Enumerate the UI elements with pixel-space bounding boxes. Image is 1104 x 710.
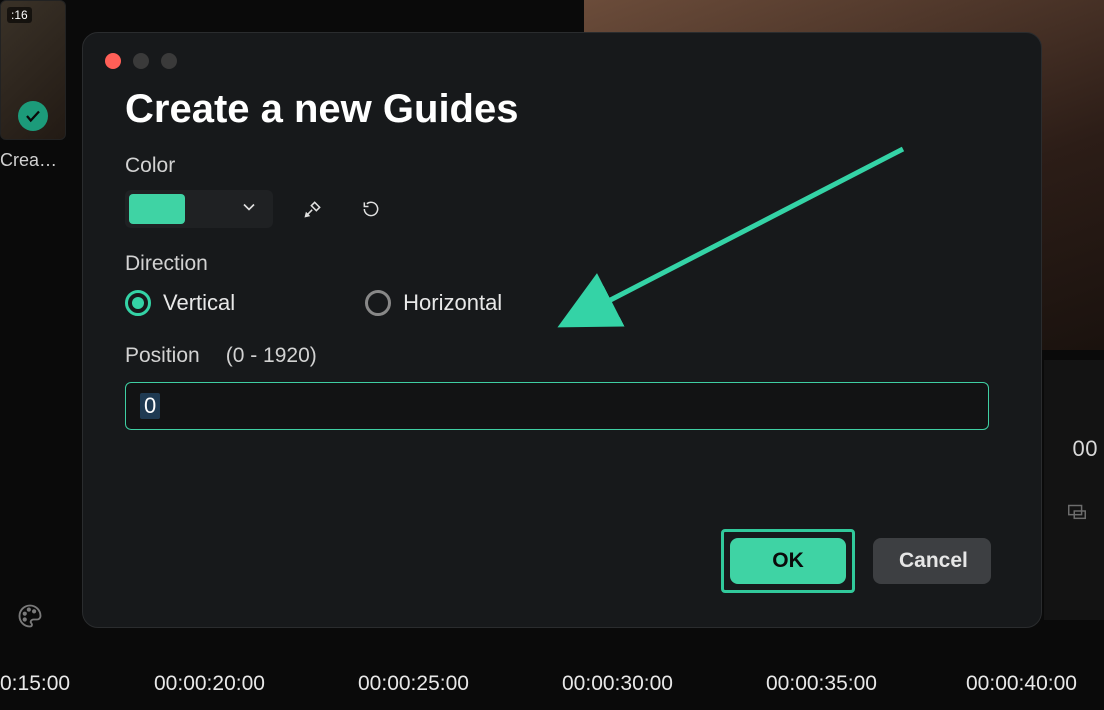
radio-vertical-label: Vertical <box>163 290 235 316</box>
radio-horizontal[interactable]: Horizontal <box>365 290 502 316</box>
cancel-button[interactable]: Cancel <box>873 538 991 584</box>
position-value: 0 <box>140 393 160 419</box>
close-icon[interactable] <box>105 53 121 69</box>
direction-label: Direction <box>125 252 995 276</box>
timeline-ruler[interactable]: 0:15:00 00:00:20:00 00:00:25:00 00:00:30… <box>0 658 1104 710</box>
radio-horizontal-label: Horizontal <box>403 290 502 316</box>
reset-icon[interactable] <box>353 191 389 227</box>
maximize-icon[interactable] <box>161 53 177 69</box>
radio-vertical[interactable]: Vertical <box>125 290 235 316</box>
snap-icon[interactable] <box>1066 500 1088 527</box>
window-controls <box>105 53 995 69</box>
check-icon <box>18 101 48 131</box>
radio-icon <box>365 290 391 316</box>
ok-button[interactable]: OK <box>730 538 846 584</box>
media-clip-thumbnail[interactable]: :16 <box>0 0 66 140</box>
preview-timecode: 00 <box>1073 436 1098 462</box>
timeline-tick: 00:00:35:00 <box>766 672 877 696</box>
timeline-tick: 00:00:25:00 <box>358 672 469 696</box>
color-label: Color <box>125 154 995 178</box>
right-sidebar <box>1044 360 1104 620</box>
color-swatch <box>129 194 185 224</box>
chevron-down-icon <box>239 197 259 222</box>
position-range-hint: (0 - 1920) <box>226 344 317 368</box>
timeline-tick: 0:15:00 <box>0 672 70 696</box>
timeline-tick: 00:00:20:00 <box>154 672 265 696</box>
position-input[interactable]: 0 <box>125 382 989 430</box>
ok-highlight: OK <box>721 529 855 593</box>
color-dropdown[interactable] <box>125 190 273 228</box>
minimize-icon[interactable] <box>133 53 149 69</box>
timeline-tick: 00:00:40:00 <box>966 672 1077 696</box>
palette-icon[interactable] <box>16 602 44 630</box>
eyedropper-icon[interactable] <box>295 191 331 227</box>
radio-icon <box>125 290 151 316</box>
create-guides-dialog: Create a new Guides Color Direction Vert… <box>82 32 1042 628</box>
position-label: Position <box>125 344 200 368</box>
timeline-tick: 00:00:30:00 <box>562 672 673 696</box>
clip-time-badge: :16 <box>7 7 32 23</box>
dialog-title: Create a new Guides <box>125 87 995 132</box>
clip-filename-label: Crea… <box>0 150 66 171</box>
